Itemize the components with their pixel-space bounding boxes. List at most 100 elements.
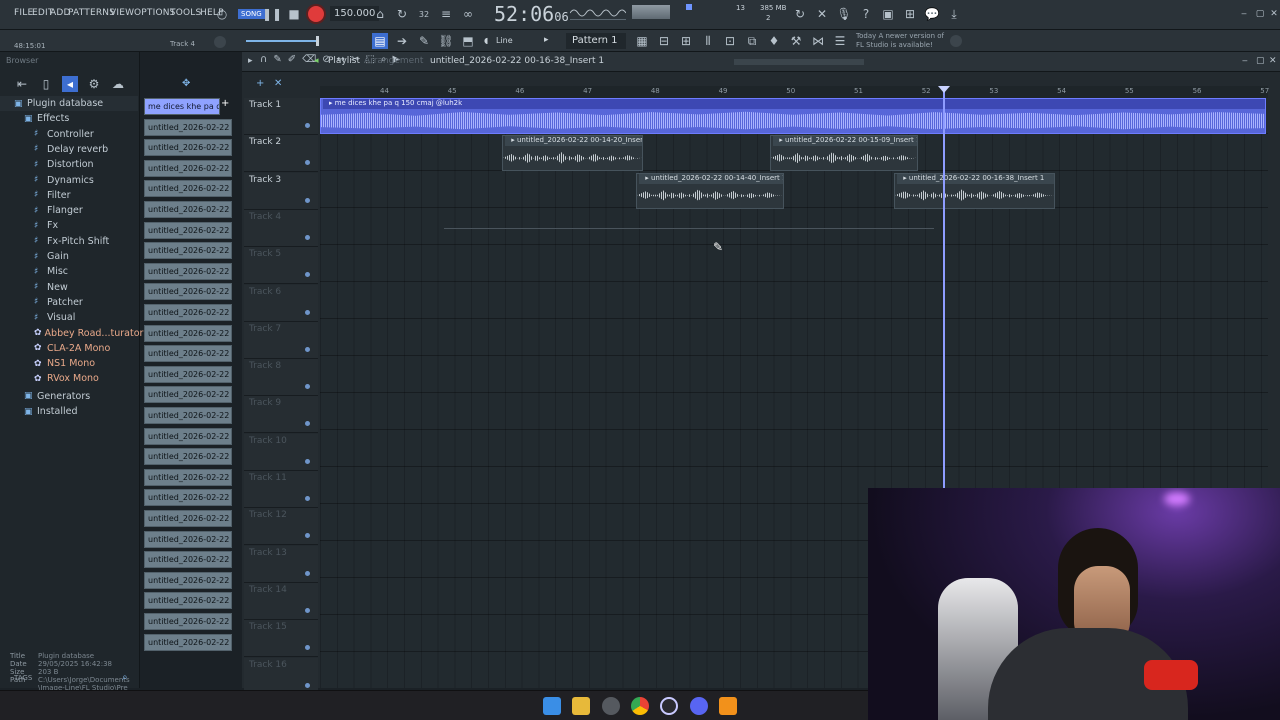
master-volume-knob[interactable] — [686, 4, 692, 10]
browser-item-distortion[interactable]: ♯ Distortion — [0, 157, 138, 172]
plugin-picker-icon[interactable]: ♦ — [766, 33, 782, 49]
track-mute-led[interactable] — [305, 421, 310, 427]
pattern-picker-item[interactable]: untitled_2026-02-22 00-... — [144, 262, 232, 280]
pattern-picker-item[interactable]: untitled_2026-02-22 00-... — [144, 365, 232, 383]
countdown-icon[interactable]: 32 — [416, 6, 432, 22]
playlist-minimize-icon[interactable]: ‒ — [1242, 56, 1248, 66]
help-icon[interactable]: ? — [858, 6, 874, 22]
file-icon[interactable]: ▯ — [38, 76, 54, 92]
track-mute-led[interactable] — [305, 682, 310, 688]
playlist-toggle-icon[interactable]: ▤ — [372, 33, 388, 49]
record-button[interactable] — [308, 6, 324, 22]
playhead[interactable] — [943, 88, 945, 488]
pattern-picker-item[interactable]: untitled_2026-02-22 00-... — [144, 510, 232, 527]
track-header[interactable]: Track 9 — [244, 396, 318, 434]
pattern-picker-item[interactable]: untitled_2026-02-22 00-... — [144, 159, 232, 177]
track-mute-led[interactable] — [305, 645, 310, 651]
browser-item-controller[interactable]: ♯ Controller — [0, 127, 138, 142]
browser-item-delay-reverb[interactable]: ♯ Delay reverb — [0, 142, 138, 157]
menu-patterns[interactable]: PATTERNS — [68, 8, 115, 18]
draw-tool-icon[interactable]: ✎ — [273, 54, 281, 65]
menu-view[interactable]: VIEW — [110, 8, 134, 18]
timeline-ruler[interactable]: 44 45 46 47 48 49 50 51 52 53 54 55 56 57 — [320, 86, 1269, 98]
track-header[interactable]: Track 5 — [244, 247, 318, 285]
add-track-icon[interactable]: + — [256, 78, 264, 89]
fl-cloud-icon[interactable] — [950, 35, 962, 47]
pattern-picker-item[interactable]: untitled_2026-02-22 00-... — [144, 551, 232, 569]
settings-icon[interactable]: ⚙ — [86, 76, 102, 92]
pattern-picker-item[interactable]: untitled_2026-02-22 00-... — [144, 118, 232, 136]
browser-item-effects[interactable]: ▣ Effects — [0, 111, 138, 126]
pencil-icon[interactable]: ✎ — [416, 33, 432, 49]
browser-item-fx-pitch-shift[interactable]: ♯ Fx-Pitch Shift — [0, 234, 138, 249]
main-volume-slider[interactable] — [246, 40, 316, 42]
discord-icon[interactable] — [690, 697, 708, 715]
pattern-picker-item[interactable]: untitled_2026-02-22 00-... — [144, 407, 232, 424]
menu-file[interactable]: FILE — [14, 8, 33, 18]
loop-record-icon[interactable]: ∞ — [460, 6, 476, 22]
pattern-picker-item[interactable]: untitled_2026-02-22 00-... — [144, 448, 232, 466]
browser-item-ns1-mono[interactable]: ✿ NS1 Mono — [0, 356, 138, 371]
track-header[interactable]: Track 7 — [244, 321, 318, 359]
close-icon[interactable]: ✕ — [1266, 6, 1280, 22]
snap-select[interactable]: Line — [496, 36, 513, 45]
pattern-picker-item[interactable]: untitled_2026-02-22 00-... — [144, 468, 232, 486]
pattern-picker-item[interactable]: untitled_2026-02-22 00-... — [144, 592, 232, 610]
menu-tools[interactable]: TOOLS — [170, 8, 201, 18]
save-icon[interactable]: ▣ — [880, 6, 896, 22]
browser-item-rvox-mono[interactable]: ✿ RVox Mono — [0, 371, 138, 386]
arrow-right-icon[interactable]: ➔ — [394, 33, 410, 49]
cloud-icon[interactable]: ☁ — [110, 76, 126, 92]
track-mute-led[interactable] — [305, 160, 310, 166]
track-mute-led[interactable] — [305, 123, 310, 128]
pattern-picker-item[interactable]: untitled_2026-02-22 00-... — [144, 242, 232, 260]
track-mute-led[interactable] — [305, 496, 310, 501]
track-header[interactable]: Track 8 — [244, 359, 318, 397]
pattern-picker-item[interactable]: untitled_2026-02-22 00-... — [144, 489, 232, 507]
browser-item-patcher[interactable]: ♯ Patcher — [0, 295, 138, 310]
plugin-icon[interactable]: ⊞ — [902, 6, 918, 22]
channel-rack-icon[interactable]: ⊞ — [678, 33, 694, 49]
chrome-icon[interactable] — [631, 697, 649, 715]
link-icon[interactable]: ⛓ — [438, 33, 454, 49]
paint-tool-icon[interactable]: ✐ — [288, 54, 296, 65]
chat-icon[interactable]: 💬 — [924, 6, 940, 22]
browser-item-plugin-database[interactable]: ▣ Plugin database — [0, 96, 138, 111]
audio-clip[interactable]: ▸ untitled_2026-02-22 00-15-09_Insert 1 — [770, 135, 918, 172]
track-header[interactable]: Track 4 — [244, 209, 318, 247]
browser-item-misc[interactable]: ♯ Misc — [0, 264, 138, 279]
track-header[interactable]: Track 3 — [244, 172, 318, 210]
pattern-picker-item[interactable]: untitled_2026-02-22 00-... — [144, 345, 232, 363]
pattern-picker-item[interactable]: untitled_2026-02-22 00-... — [144, 613, 232, 630]
settings-app-icon[interactable] — [602, 697, 620, 715]
file-explorer-icon[interactable] — [572, 697, 590, 715]
track-mute-led[interactable] — [305, 384, 310, 390]
track-mute-led[interactable] — [305, 272, 310, 278]
track-header[interactable]: Track 11 — [244, 471, 318, 508]
audio-clip[interactable]: ▸ untitled_2026-02-22 00-14-40_Insert 1 — [636, 172, 784, 209]
windows-start-icon[interactable] — [543, 697, 561, 715]
track-header[interactable]: Track 12 — [244, 508, 318, 546]
tempo-tapper-icon[interactable]: ⋈ — [810, 33, 826, 49]
touch-controller-icon[interactable]: ⚒ — [788, 33, 804, 49]
pattern-picker-item[interactable]: untitled_2026-02-22 00-... — [144, 139, 232, 157]
piano-roll-icon[interactable]: ▦ — [634, 33, 650, 49]
pattern-picker-item[interactable]: untitled_2026-02-22 00-... — [144, 571, 232, 589]
track-header[interactable]: Track 10 — [244, 433, 318, 471]
refresh-icon[interactable]: ↻ — [792, 6, 808, 22]
track-header[interactable]: Track 16 — [244, 657, 318, 695]
playlist-maximize-icon[interactable]: ▢ — [1256, 56, 1265, 66]
track-mute-led[interactable] — [305, 458, 310, 464]
playhead-marker-icon[interactable] — [938, 86, 950, 93]
browser-item-dynamics[interactable]: ♯ Dynamics — [0, 173, 138, 188]
browser-item-abbey-road-turator-mono[interactable]: ✿ Abbey Road...turator Mono — [0, 326, 172, 341]
microphone-icon[interactable]: 🎙 — [836, 6, 852, 22]
browser-toggle-icon[interactable]: ⊡ — [722, 33, 738, 49]
pattern-picker-item[interactable]: untitled_2026-02-22 00-... — [144, 324, 232, 342]
audio-clip[interactable]: ▸ untitled_2026-02-22 00-14-20_Insert 1 — [502, 135, 643, 172]
magnet-icon[interactable]: ∩ — [260, 54, 267, 65]
song-mode-toggle[interactable]: SONG — [238, 9, 265, 19]
pattern-picker-item[interactable]: untitled_2026-02-22 00-... — [144, 304, 232, 321]
step-sequencer-icon[interactable]: ⊟ — [656, 33, 672, 49]
track-mute-led[interactable] — [305, 607, 310, 613]
